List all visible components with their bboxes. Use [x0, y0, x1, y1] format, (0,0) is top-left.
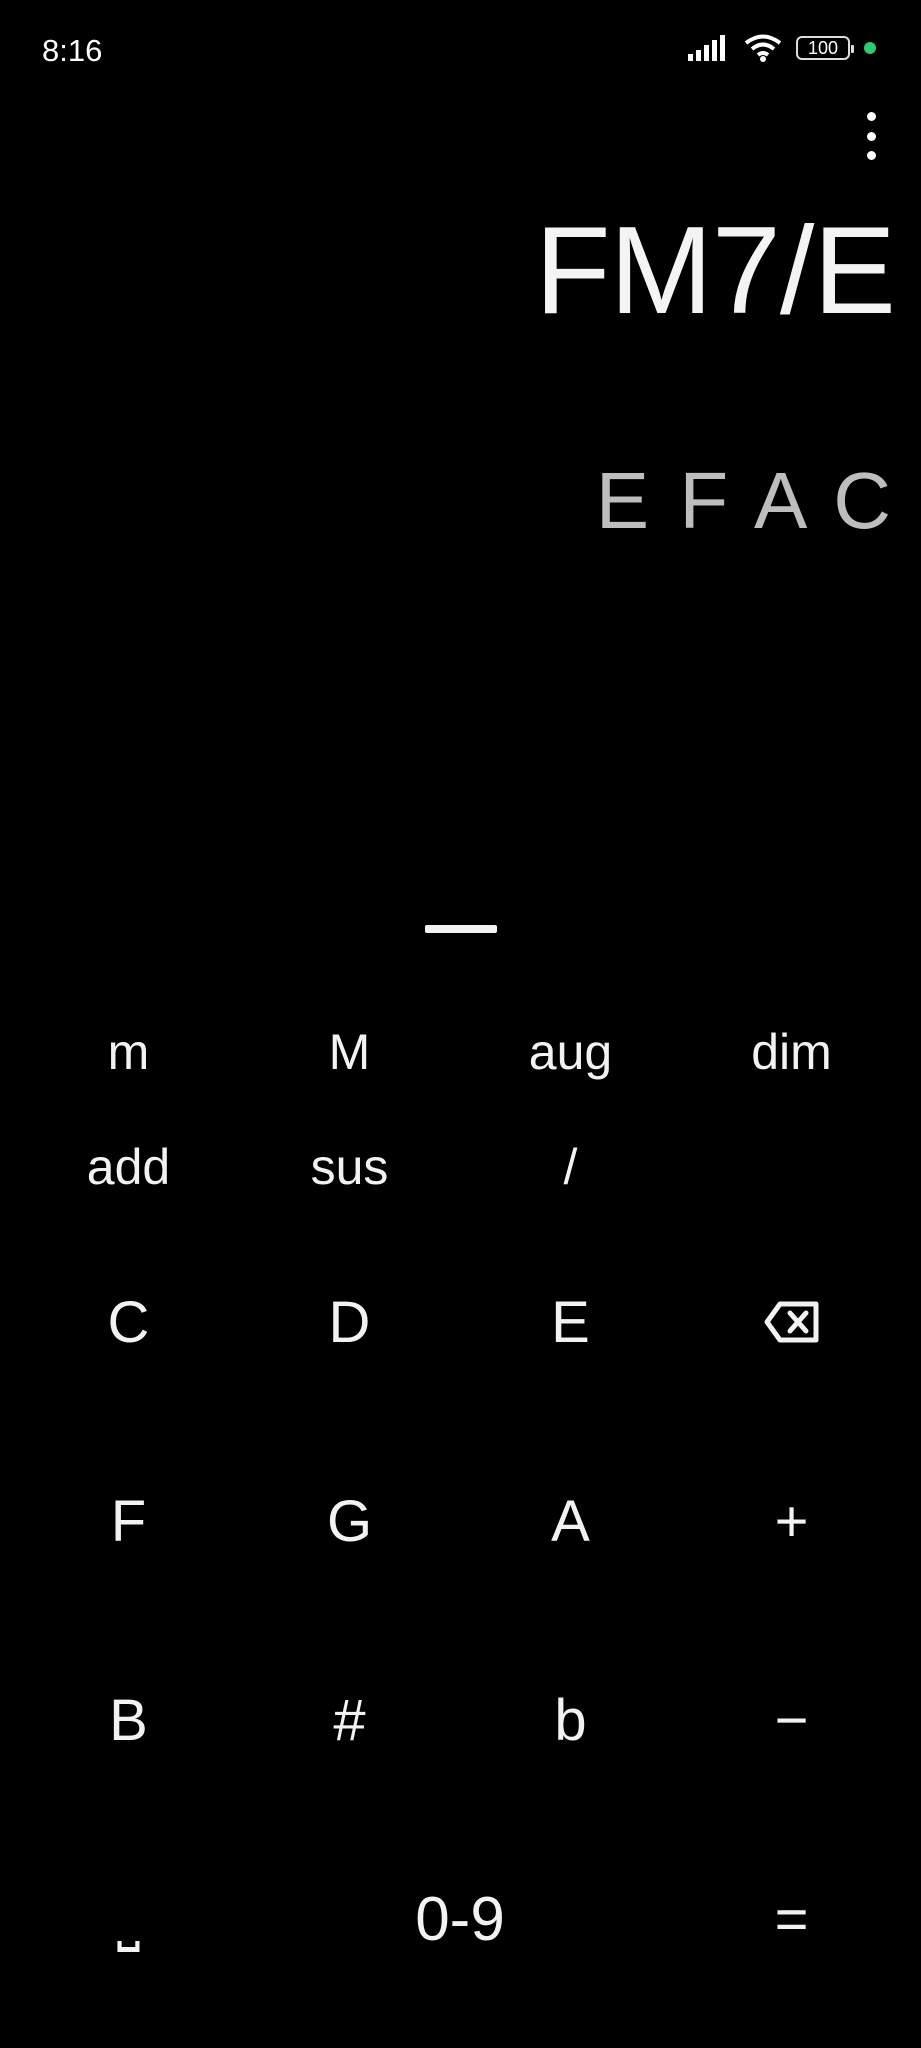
key-major[interactable]: M: [239, 997, 460, 1107]
battery-icon: 100: [796, 36, 854, 60]
chord-name-display: FM7/E: [534, 202, 896, 340]
key-numbers[interactable]: 0-9: [239, 1824, 681, 2014]
key-b[interactable]: B: [18, 1625, 239, 1815]
wifi-icon: [744, 34, 782, 62]
more-options-icon[interactable]: [859, 112, 883, 160]
status-icons: 100: [688, 34, 876, 62]
key-equals[interactable]: =: [681, 1824, 902, 2014]
camera-indicator-icon: [864, 42, 876, 54]
chord-notes-display: E F A C: [595, 456, 895, 545]
key-e[interactable]: E: [460, 1227, 681, 1417]
keyboard-drag-handle[interactable]: [425, 925, 497, 933]
key-f[interactable]: F: [18, 1426, 239, 1616]
backspace-icon: [764, 1301, 818, 1343]
signal-icon: [688, 35, 725, 61]
chord-calculator-screen: 8:16 100 FM7/E E F A C m M aug dim add s: [0, 0, 921, 2048]
status-time: 8:16: [42, 33, 103, 68]
key-aug[interactable]: aug: [460, 997, 681, 1107]
key-minus[interactable]: −: [681, 1625, 902, 1815]
key-space[interactable]: ⎵: [18, 1824, 239, 2014]
key-flat[interactable]: b: [460, 1625, 681, 1815]
key-sus[interactable]: sus: [239, 1112, 460, 1222]
key-plus[interactable]: +: [681, 1426, 902, 1616]
key-minor[interactable]: m: [18, 997, 239, 1107]
key-a[interactable]: A: [460, 1426, 681, 1616]
key-sharp[interactable]: #: [239, 1625, 460, 1815]
key-d[interactable]: D: [239, 1227, 460, 1417]
key-c[interactable]: C: [18, 1227, 239, 1417]
key-dim[interactable]: dim: [681, 997, 902, 1107]
battery-level: 100: [807, 37, 839, 58]
key-g[interactable]: G: [239, 1426, 460, 1616]
key-add[interactable]: add: [18, 1112, 239, 1222]
key-slash[interactable]: /: [460, 1112, 681, 1222]
backspace-button[interactable]: [681, 1227, 902, 1417]
